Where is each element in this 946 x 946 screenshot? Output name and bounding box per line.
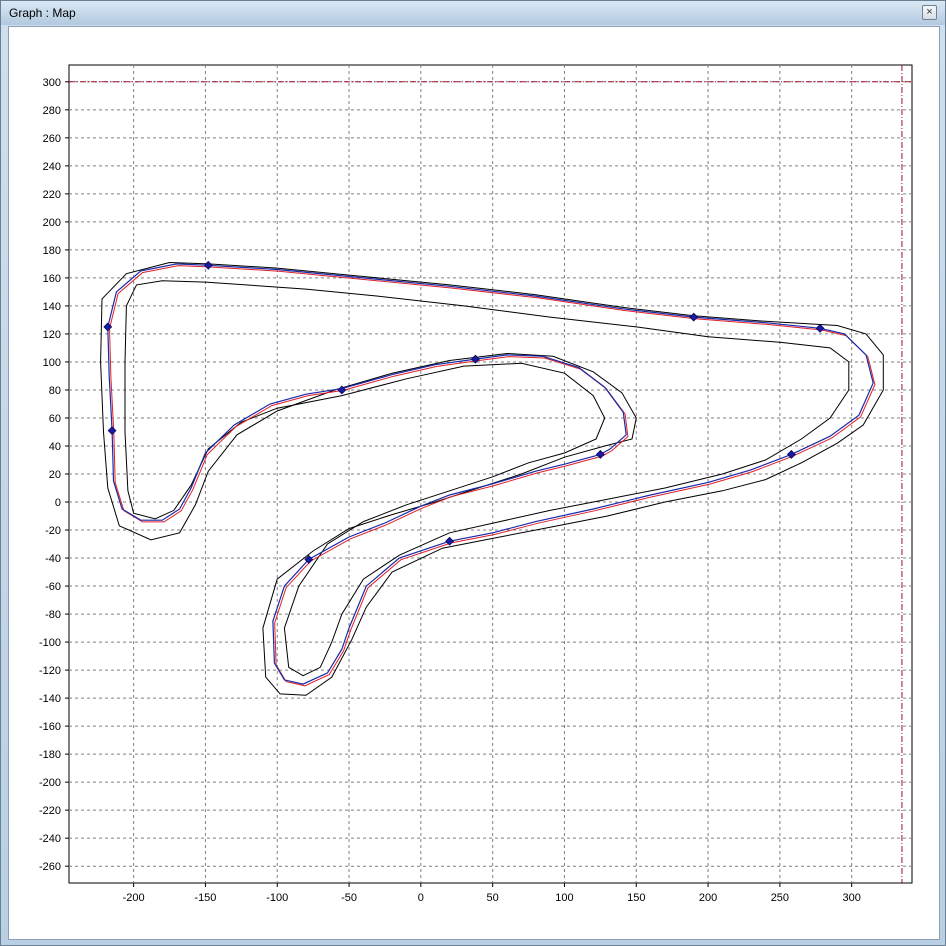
y-tick-label: 260 [43,133,61,145]
x-tick-label: -150 [194,892,216,904]
track-map-chart: -200 -150 -100 -50 0 50 100 150 200 250 3003002802… [39,64,913,904]
y-tick-label: 0 [55,497,61,509]
close-button[interactable]: × [922,5,937,20]
y-tick-label: -240 [39,833,61,845]
y-tick-label: -200 [39,777,61,789]
x-tick-label: 0 [418,892,424,904]
x-tick-label: 100 [555,892,573,904]
x-tick-label: -100 [266,892,288,904]
y-tick-label: -160 [39,721,61,733]
y-tick-label: 140 [43,301,61,313]
y-tick-label: -180 [39,749,61,761]
x-tick-label: -200 [123,892,145,904]
y-tick-label: 100 [43,357,61,369]
y-tick-label: 240 [43,161,61,173]
y-tick-label: 300 [43,77,61,89]
y-tick-label: -60 [45,581,61,593]
y-tick-label: -80 [45,609,61,621]
graph-window: Graph : Map × -200 -150 -100 -50 0 50 100 150 20… [0,0,946,946]
y-tick-label: 120 [43,329,61,341]
x-tick-label: 300 [843,892,861,904]
y-tick-label: -120 [39,665,61,677]
x-tick-label: 150 [627,892,645,904]
window-title: Graph : Map [9,6,76,20]
close-icon: × [926,6,933,18]
y-tick-label: 280 [43,105,61,117]
y-tick-label: 80 [49,385,61,397]
y-tick-label: 200 [43,217,61,229]
y-tick-label: -20 [45,525,61,537]
y-tick-label: -140 [39,693,61,705]
y-tick-label: 20 [49,469,61,481]
y-tick-label: 180 [43,245,61,257]
x-tick-label: -50 [341,892,357,904]
x-tick-label: 200 [699,892,717,904]
title-bar[interactable]: Graph : Map × [1,1,945,25]
x-tick-label: 250 [771,892,789,904]
y-tick-label: -260 [39,861,61,873]
y-tick-label: -40 [45,553,61,565]
y-tick-label: 160 [43,273,61,285]
y-tick-label: 40 [49,441,61,453]
chart-area: -200 -150 -100 -50 0 50 100 150 200 250 300 300 280 2… [8,26,940,940]
y-tick-label: -220 [39,805,61,817]
y-tick-label: 60 [49,413,61,425]
y-tick-label: -100 [39,637,61,649]
y-tick-label: 220 [43,189,61,201]
x-tick-label: 50 [487,892,499,904]
